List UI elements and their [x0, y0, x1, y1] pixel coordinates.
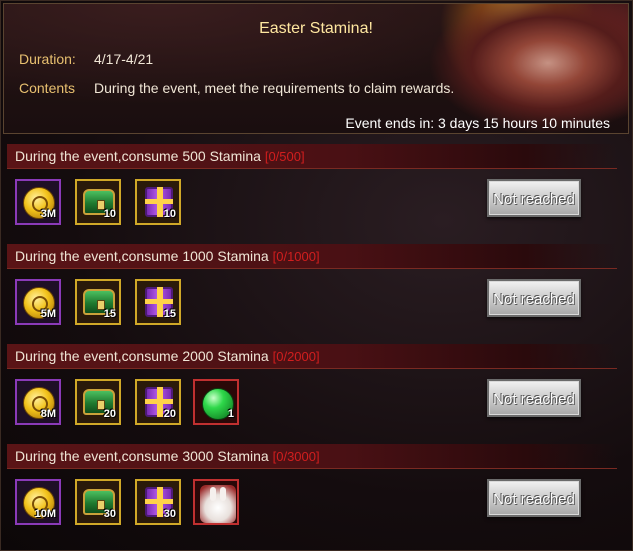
reward-slot-gift[interactable]: 20 — [135, 379, 181, 425]
tier-progress: [0/3000] — [272, 449, 320, 464]
bunny-icon — [200, 485, 236, 523]
not-reached-button[interactable]: Not reached — [487, 379, 581, 417]
reward-qty: 20 — [103, 408, 116, 420]
reward-slot-gold[interactable]: 5M — [15, 279, 61, 325]
event-panel: Easter Stamina! Duration: 4/17-4/21 Cont… — [0, 0, 633, 551]
reward-tier-4: During the event,consume 3000 Stamina [0… — [3, 444, 629, 544]
event-title: Easter Stamina! — [259, 20, 373, 37]
reward-tier-1: During the event,consume 500 Stamina [0/… — [3, 144, 629, 244]
reward-qty: 15 — [163, 308, 176, 320]
event-countdown: Event ends in: 3 days 15 hours 10 minute… — [345, 115, 610, 131]
reward-slot-orb[interactable]: 1 — [193, 379, 239, 425]
reward-qty: 1 — [227, 408, 234, 420]
reward-qty: 10 — [163, 208, 176, 220]
tier-title: During the event,consume 3000 Stamina [0… — [15, 448, 320, 464]
reward-tier-2: During the event,consume 1000 Stamina [0… — [3, 244, 629, 344]
reward-slot-gold[interactable]: 3M — [15, 179, 61, 225]
reward-qty: 5M — [40, 308, 56, 320]
reward-slot-gold[interactable]: 10M — [15, 479, 61, 525]
reward-slot-chest[interactable]: 30 — [75, 479, 121, 525]
reward-qty: 10 — [103, 208, 116, 220]
reward-slot-gift[interactable]: 30 — [135, 479, 181, 525]
reward-slot-bunny[interactable] — [193, 479, 239, 525]
not-reached-button[interactable]: Not reached — [487, 479, 581, 517]
reward-qty: 15 — [103, 308, 116, 320]
reward-slot-chest[interactable]: 10 — [75, 179, 121, 225]
not-reached-button[interactable]: Not reached — [487, 279, 581, 317]
reward-qty: 30 — [103, 508, 116, 520]
tier-title: During the event,consume 1000 Stamina [0… — [15, 248, 320, 264]
duration-value: 4/17-4/21 — [94, 51, 154, 67]
event-header: Easter Stamina! Duration: 4/17-4/21 Cont… — [3, 3, 629, 134]
reward-qty: 8M — [40, 408, 56, 420]
reward-slot-gift[interactable]: 10 — [135, 179, 181, 225]
reward-qty: 10M — [34, 508, 56, 520]
reward-qty: 30 — [163, 508, 176, 520]
tier-title: During the event,consume 500 Stamina [0/… — [15, 148, 305, 164]
contents-label: Contents — [19, 80, 76, 96]
tier-requirement: During the event,consume 2000 Stamina — [15, 348, 269, 364]
reward-qty: 20 — [163, 408, 176, 420]
tier-requirement: During the event,consume 3000 Stamina — [15, 448, 269, 464]
tier-title: During the event,consume 2000 Stamina [0… — [15, 348, 320, 364]
reward-tier-3: During the event,consume 2000 Stamina [0… — [3, 344, 629, 444]
reward-slot-chest[interactable]: 20 — [75, 379, 121, 425]
duration-label: Duration: — [19, 51, 76, 67]
tier-requirement: During the event,consume 1000 Stamina — [15, 248, 269, 264]
reward-qty: 3M — [40, 208, 56, 220]
contents-value: During the event, meet the requirements … — [94, 80, 455, 96]
tier-progress: [0/1000] — [272, 249, 320, 264]
not-reached-button[interactable]: Not reached — [487, 179, 581, 217]
reward-slot-gold[interactable]: 8M — [15, 379, 61, 425]
tier-progress: [0/2000] — [272, 349, 320, 364]
reward-slot-gift[interactable]: 15 — [135, 279, 181, 325]
tier-requirement: During the event,consume 500 Stamina — [15, 148, 261, 164]
tier-progress: [0/500] — [264, 149, 305, 164]
reward-slot-chest[interactable]: 15 — [75, 279, 121, 325]
